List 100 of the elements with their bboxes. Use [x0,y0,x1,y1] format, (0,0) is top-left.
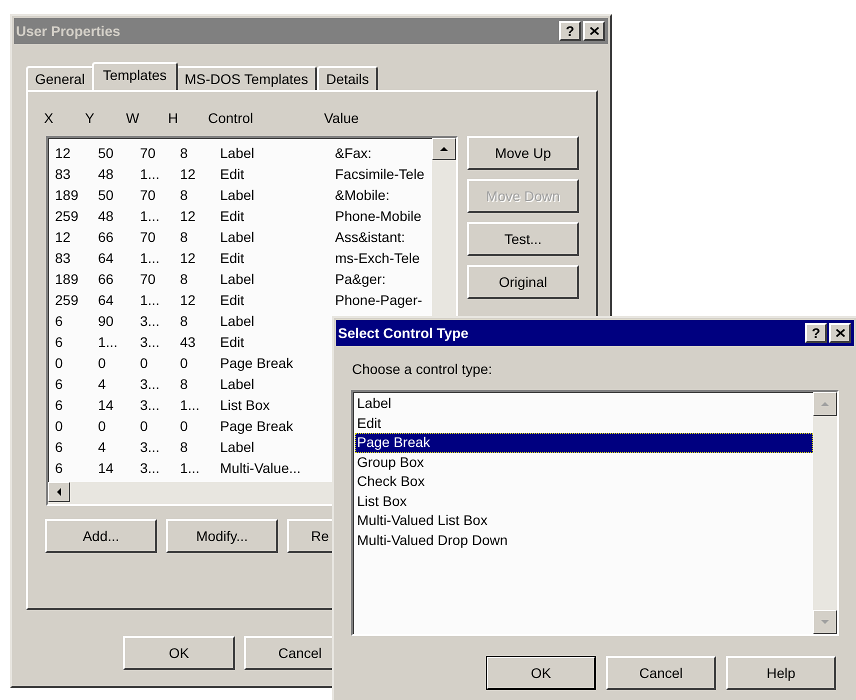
button[interactable]: OK [123,636,235,670]
table-cell-text: 1... [180,460,200,476]
table-cell-text: 50 [98,186,115,202]
table-cell-text: 259 [55,208,80,224]
table-cell-text: Edit [220,166,246,182]
table-cell-text: 0 [55,418,64,434]
tab[interactable]: General [26,66,94,90]
table-cell-text: 3... [140,376,160,392]
list-item[interactable]: Edit [355,414,813,433]
column-header[interactable]: Control [208,110,324,136]
help-button[interactable]: ? [805,323,827,343]
table-cell-text: 0 [98,418,107,434]
table-cell-text: Phone-Pager- [335,292,424,308]
table-cell-text: 12 [180,166,197,182]
table-cell-text: Page Break [220,418,294,434]
table-cell-text: 3... [140,396,160,412]
table-cell-text: 259 [55,292,80,308]
tab[interactable]: Details [317,66,378,90]
button[interactable]: OK [486,656,596,690]
table-cell-text: 64 [98,250,115,266]
table-cell-text: Label [220,228,256,244]
table-cell-text: 3... [140,334,160,350]
table-cell-text: 12 [180,208,197,224]
table-cell-text: 189 [55,270,80,286]
close-icon [836,329,844,337]
table-cell-text: 14 [98,460,115,476]
list-item[interactable]: Multi-Valued Drop Down [355,530,813,550]
button[interactable]: Help [726,656,836,690]
table-cell-text: Label [220,144,256,160]
close-button[interactable] [829,323,851,343]
table-cell-text: 8 [180,312,189,328]
list-item[interactable]: Page Break [355,433,813,452]
table-cell-text: 1... [140,208,160,224]
table-cell-text: 0 [98,354,107,370]
column-header[interactable]: X [44,110,85,136]
table-cell-text: 70 [140,186,157,202]
table-cell-text: Ass&istant: [335,228,406,244]
table-cell-text: Pa&ger: [335,270,387,286]
table-cell-text: 6 [55,396,64,412]
table-cell-text: 1... [140,250,160,266]
table-cell-text: ms-Exch-Tele [335,250,421,266]
table-cell-text: 1... [140,292,160,308]
table-cell-text: 3... [140,438,160,454]
table-cell-text: List Box [220,396,271,412]
table-cell-text: 70 [140,270,157,286]
tab[interactable]: MS-DOS Templates [176,66,318,90]
button[interactable]: Cancel [606,656,716,690]
table-cell-text: 6 [55,376,64,392]
list-item[interactable]: Group Box [355,452,813,472]
table-cell-text: 6 [55,312,64,328]
list-item[interactable]: Multi-Valued List Box [355,511,813,530]
table-cell-text: Edit [220,292,246,308]
table-cell-text: 8 [180,438,189,454]
table-cell-text: 6 [55,460,64,476]
table-cell-text: Label [220,312,256,328]
table-cell-text: 66 [98,228,115,244]
table-cell-text: 64 [98,292,115,308]
tab[interactable]: Templates [92,62,178,90]
table-cell-text: 6 [55,334,64,350]
column-header[interactable]: Y [85,110,126,136]
list-item[interactable]: List Box [355,492,813,511]
column-header[interactable]: H [168,110,208,136]
table-cell-text: 4 [98,438,107,454]
table-cell-text: 0 [140,354,149,370]
button[interactable]: Test... [467,222,579,256]
table-cell-text: &Fax: [335,144,373,160]
table-cell-text: 12 [55,144,72,160]
column-header[interactable]: Value [324,110,359,136]
table-cell-text: Multi-Value... [220,460,302,476]
table-cell-text: Edit [220,250,246,266]
button[interactable]: Move Up [467,136,579,170]
table-cell-text: Page Break [220,354,294,370]
table-cell-text: 8 [180,228,189,244]
list-item[interactable]: Check Box [355,472,813,492]
table-cell-text: 189 [55,186,80,202]
table-cell-text: 90 [98,312,115,328]
table-cell-text: 14 [98,396,115,412]
table-cell-text: 1... [180,396,200,412]
button[interactable]: Original [467,265,579,299]
table-cell-text: 0 [55,354,64,370]
button[interactable]: Modify... [166,519,278,553]
column-header[interactable]: W [126,110,168,136]
table-cell-text: 8 [180,144,189,160]
window-title: Select Control Type [338,325,468,341]
table-cell-text: Label [220,438,256,454]
table-cell-text: 0 [180,418,189,434]
table-cell-text: 0 [180,354,189,370]
table-cell-text: 70 [140,144,157,160]
table-cell-text: Phone-Mobile [335,208,422,224]
table-cell-text: 8 [180,186,189,202]
table-cell-text: Edit [220,208,246,224]
table-cell-text: 66 [98,270,115,286]
table-cell-text: 8 [180,270,189,286]
close-icon [590,27,598,35]
table-cell-text: 6 [55,438,64,454]
list-item[interactable]: Label [355,394,813,414]
table-cell-text: 12 [180,250,197,266]
table-cell-text: 12 [55,228,72,244]
table-cell-text: 43 [180,334,197,350]
button[interactable]: Add... [45,519,157,553]
